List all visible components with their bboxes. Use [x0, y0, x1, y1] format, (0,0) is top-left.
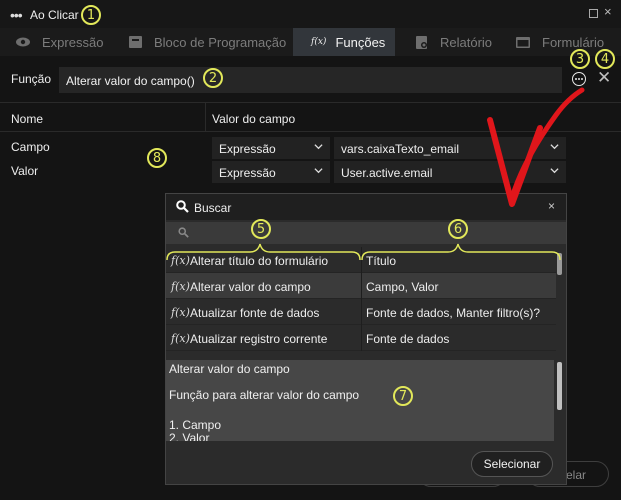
annotation-badge: 5	[251, 219, 271, 239]
annotation-badge: 8	[147, 148, 167, 168]
annotation-badge: 3	[570, 49, 590, 69]
annotation-badge: 7	[393, 386, 413, 406]
annotation-badge: 4	[595, 49, 615, 69]
annotation-badge: 6	[448, 219, 468, 239]
annotation-badge: 2	[203, 68, 223, 88]
annotation-badge: 1	[81, 5, 101, 25]
annotation-brackets	[166, 243, 561, 261]
